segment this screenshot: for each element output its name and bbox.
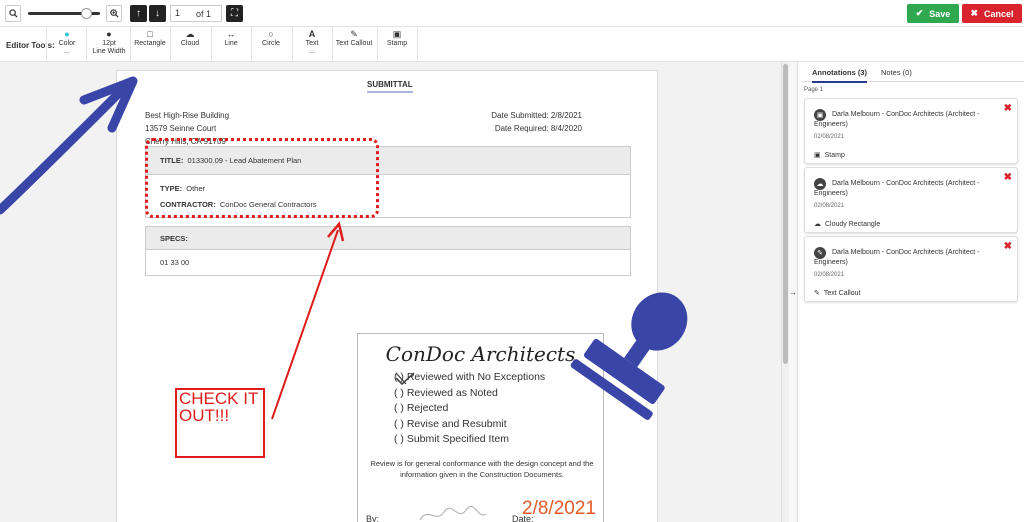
page-count: of 1 — [196, 9, 212, 19]
annotation-author: Darla Melbourn - ConDoc Architects (Arch… — [814, 180, 980, 197]
arrow-down-icon[interactable]: ↓ — [149, 5, 166, 22]
annotation-author: Darla Melbourn - ConDoc Architects (Arch… — [814, 111, 980, 128]
tool-cloud[interactable]: ☁ Cloud — [173, 29, 207, 60]
fullscreen-icon[interactable]: ⛶ — [226, 5, 243, 22]
zoom-slider-thumb[interactable] — [80, 8, 92, 19]
divider — [417, 27, 418, 62]
divider — [130, 27, 131, 62]
line-width-icon: ● — [106, 29, 112, 39]
tool-text[interactable]: A Text ... — [295, 29, 329, 60]
annotation-card[interactable]: ☁ Darla Melbourn - ConDoc Architects (Ar… — [804, 167, 1018, 233]
cancel-label: Cancel — [984, 8, 1014, 19]
tool-label: Text Callout — [335, 40, 373, 47]
text-callout-annotation[interactable]: CHECK IT OUT!!! — [175, 388, 265, 458]
save-label: Save — [929, 8, 951, 19]
annotation-card[interactable]: ▣ Darla Melbourn - ConDoc Architects (Ar… — [804, 98, 1018, 164]
tool-line[interactable]: ↔ Line — [214, 29, 248, 60]
annotation-type: ✎ Text Callout — [814, 289, 861, 298]
tool-label: Line — [224, 40, 238, 47]
color-swatch-icon: ● — [64, 29, 70, 39]
tool-label: Cloud — [180, 40, 200, 47]
divider — [332, 27, 333, 62]
annotation-overlay — [0, 76, 688, 420]
top-toolbar: ↑ ↓ 1 of 1 ⛶ ✔ Save ✖ Cancel — [0, 0, 1024, 27]
annotation-card[interactable]: ✎ Darla Melbourn - ConDoc Architects (Ar… — [804, 236, 1018, 302]
panel-tabs: Annotations (3) Notes (0) — [802, 62, 1024, 83]
rectangle-icon: □ — [147, 29, 153, 39]
freehand-arrow — [0, 82, 130, 215]
stamp-icon: ▣ — [814, 152, 821, 159]
divider — [170, 27, 171, 62]
check-icon: ✔ — [915, 8, 924, 18]
annotation-date: 02/08/2021 — [814, 272, 845, 278]
annotations-panel: Annotations (3) Notes (0) Page 1 ▣ Darla… — [798, 62, 1024, 522]
tab-notes[interactable]: Notes (0) — [881, 68, 912, 77]
document-viewer[interactable]: SUBMITTAL Best High-Rise Building 13579 … — [0, 62, 781, 522]
arrow-up-icon[interactable]: ↑ — [130, 5, 147, 22]
annotation-type-label: Stamp — [824, 151, 845, 159]
zoom-in-icon[interactable] — [106, 5, 122, 22]
tool-label: Rectangle — [134, 40, 166, 47]
tool-label: Circle — [262, 40, 280, 47]
text-icon: A — [308, 29, 316, 39]
tool-color[interactable]: ● Color ... — [52, 29, 82, 60]
zoom-out-icon[interactable] — [5, 5, 21, 22]
divider — [46, 27, 47, 62]
cloud-icon: ☁ — [814, 221, 821, 228]
tool-label: 12pt — [102, 40, 116, 47]
close-icon: ✖ — [970, 8, 979, 18]
text-callout-icon: ✎ — [350, 29, 358, 39]
annotation-date: 02/08/2021 — [814, 203, 845, 209]
annotation-type: ☁ Cloudy Rectangle — [814, 220, 881, 229]
editor-tools-bar: Editor Tools: ● Color ... ● 12pt Line Wi… — [0, 27, 1024, 62]
tool-line-width[interactable]: ● 12pt Line Width — [90, 29, 128, 60]
tool-stamp[interactable]: ▣ Stamp — [380, 29, 414, 60]
tool-label: Line Width — [92, 48, 126, 55]
delete-icon[interactable]: ✖ — [1004, 172, 1012, 183]
editor-tools-label: Editor Tools: — [6, 41, 55, 50]
delete-icon[interactable]: ✖ — [1004, 103, 1012, 114]
cancel-button[interactable]: ✖ Cancel — [962, 4, 1022, 23]
divider — [251, 27, 252, 62]
panel-toggle-icon[interactable]: → — [789, 62, 798, 522]
tool-text-callout[interactable]: ✎ Text Callout — [334, 29, 374, 60]
tool-more: ... — [309, 48, 315, 55]
cloud-icon: ☁ — [185, 29, 195, 39]
divider — [377, 27, 378, 62]
tool-label: Stamp — [386, 40, 408, 47]
callout-leader-line — [271, 229, 339, 420]
circle-icon: ○ — [268, 29, 274, 39]
stamp-icon: ▣ — [392, 29, 402, 39]
rubber-stamp-icon — [570, 292, 688, 420]
save-button[interactable]: ✔ Save — [907, 4, 959, 23]
delete-icon[interactable]: ✖ — [1004, 241, 1012, 252]
zoom-slider[interactable] — [28, 8, 100, 19]
annotation-type-label: Text Callout — [823, 289, 861, 297]
annotation-date: 02/08/2021 — [814, 134, 845, 140]
tool-label: Text — [305, 40, 319, 47]
divider — [86, 27, 87, 62]
annotation-type-label: Cloudy Rectangle — [825, 220, 881, 228]
tool-rectangle[interactable]: □ Rectangle — [133, 29, 167, 60]
line-icon: ↔ — [226, 29, 236, 39]
annotation-author: Darla Melbourn - ConDoc Architects (Arch… — [814, 249, 980, 266]
tool-more: ... — [64, 48, 70, 55]
page-group-label: Page 1 — [804, 87, 824, 93]
annotation-type: ▣ Stamp — [814, 151, 845, 160]
tool-circle[interactable]: ○ Circle — [254, 29, 288, 60]
divider — [292, 27, 293, 62]
divider — [211, 27, 212, 62]
scrollbar-thumb[interactable] — [783, 64, 788, 364]
viewer-scrollbar[interactable] — [781, 62, 789, 522]
tool-label: Color — [58, 40, 76, 47]
tab-annotations[interactable]: Annotations (3) — [812, 68, 867, 83]
text-callout-icon: ✎ — [814, 290, 820, 297]
